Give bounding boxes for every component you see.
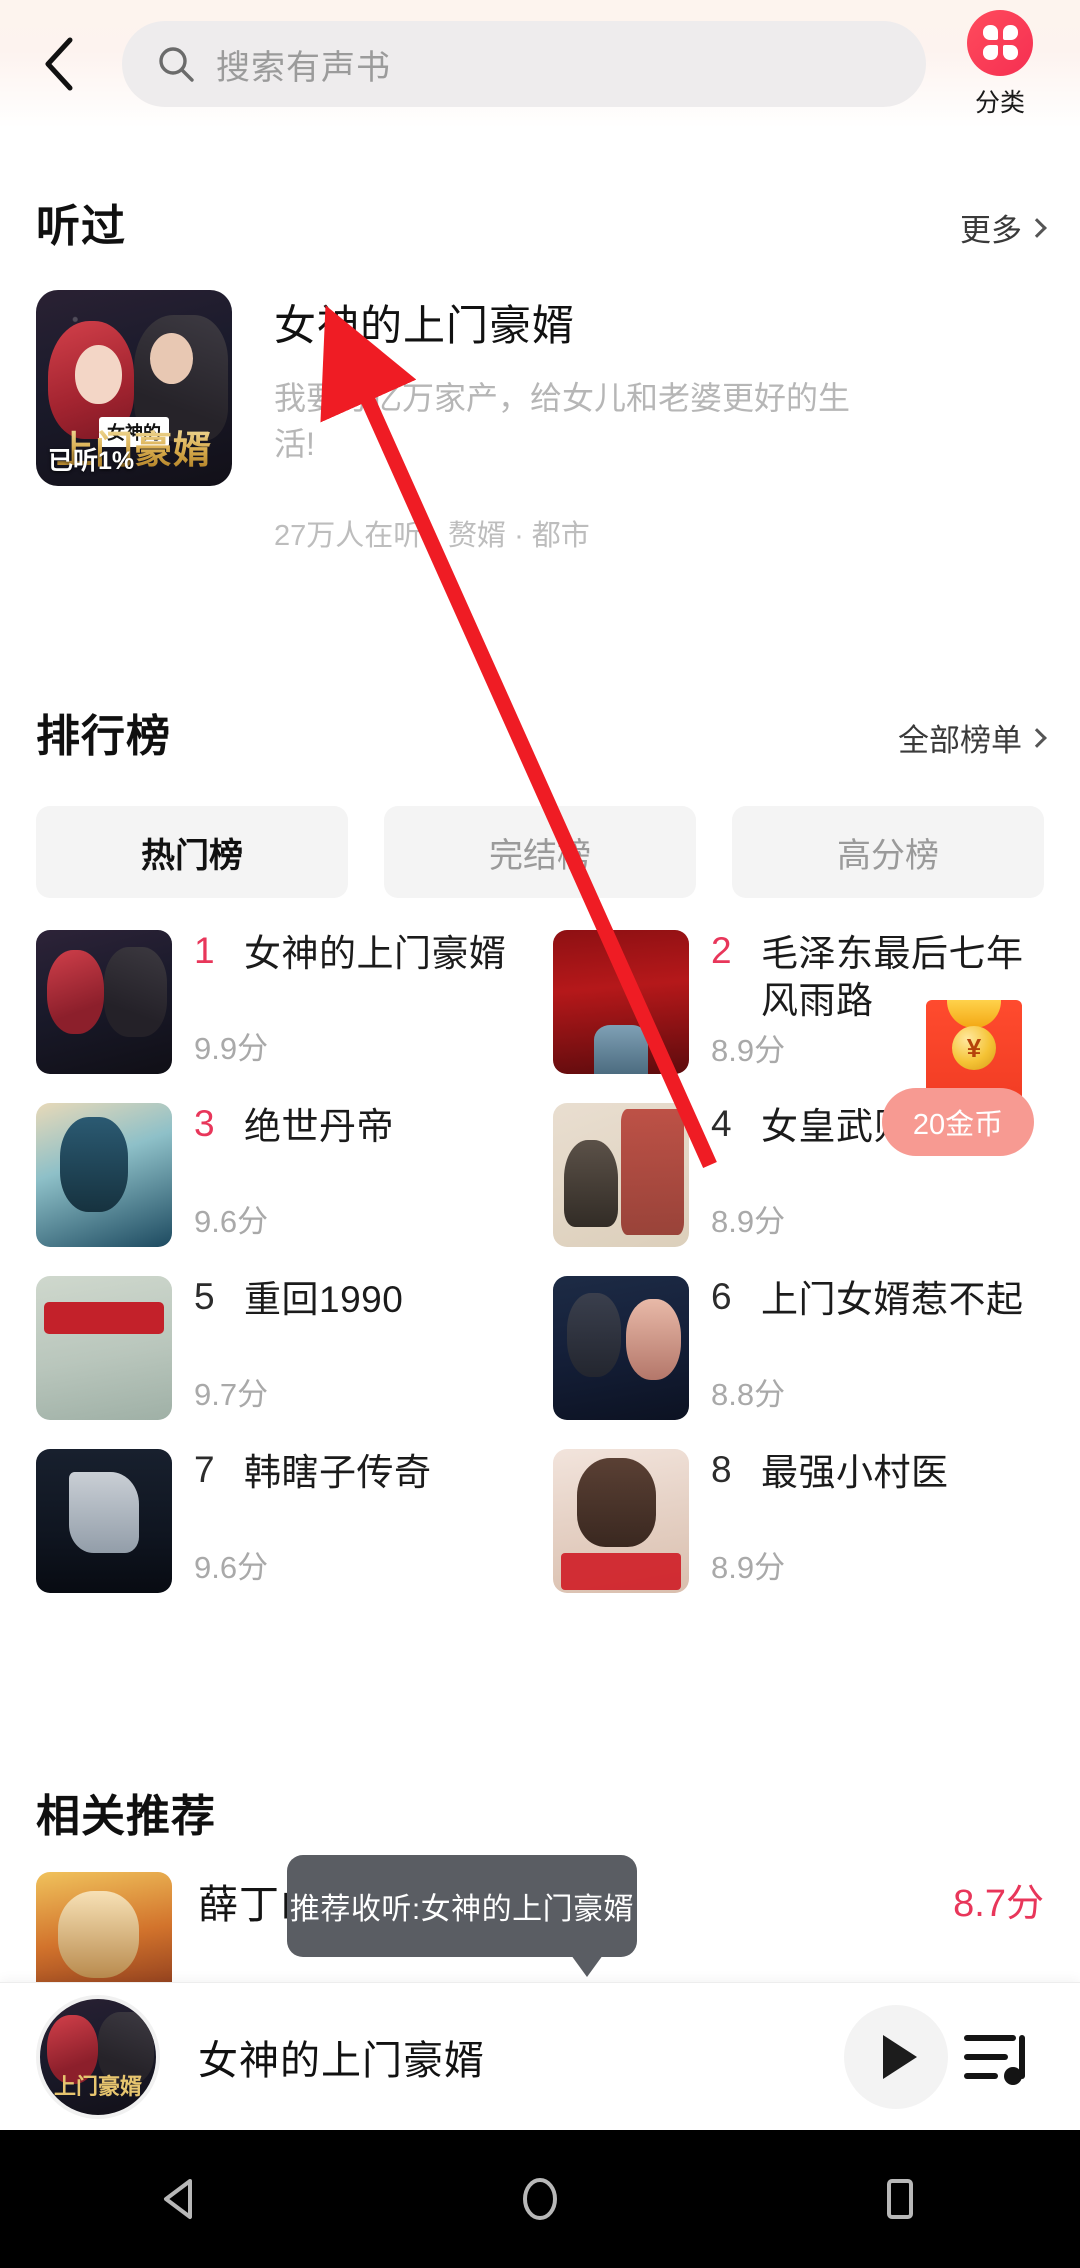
listened-title: 听过 (36, 202, 126, 251)
chevron-right-icon (1027, 217, 1047, 238)
rank-score: 8.9分 (711, 1204, 786, 1239)
rank-section: 排行榜 全部榜单 热门榜 完结榜 高分榜 1 女神的上门豪婿 9.9分 2 毛泽… (0, 700, 1080, 1622)
rank-cover (553, 1103, 689, 1247)
tab-highscore-label: 高分榜 (837, 836, 939, 875)
android-recents-icon (887, 2179, 913, 2219)
rank-score: 9.9分 (194, 1031, 269, 1066)
listened-section: 听过 更多 女神的 上门豪婿 已听1% 女神的上门豪婿 我要分亿万家产，给女儿和… (0, 190, 1080, 554)
android-back-button[interactable] (152, 2171, 208, 2227)
app-screen: 搜索有声书 分类 听过 更多 女神的 上门豪婿 已听1% (0, 0, 1080, 2268)
rank-name: 韩瞎子传奇 (244, 1452, 432, 1493)
rank-number: 6 (711, 1276, 732, 1317)
rank-number: 2 (711, 930, 732, 971)
player-cover[interactable]: 上门豪婿 (36, 1994, 160, 2119)
book-description: 我要分亿万家产，给女儿和老婆更好的生活! (274, 380, 851, 463)
rank-score: 8.8分 (711, 1377, 786, 1412)
search-icon (156, 44, 196, 84)
coin-amount-badge: 20金币 (882, 1088, 1034, 1156)
play-icon (883, 2034, 917, 2079)
red-packet-widget[interactable]: ¥ 20金币 (882, 1000, 1034, 1156)
rank-score: 9.6分 (194, 1550, 269, 1585)
listen-progress-badge: 已听1% (48, 447, 135, 475)
android-recents-button[interactable] (872, 2171, 928, 2227)
listened-book-info: 女神的上门豪婿 我要分亿万家产，给女儿和老婆更好的生活! 27万人在听 · 赘婿… (232, 290, 1044, 554)
rank-score: 8.9分 (711, 1550, 786, 1585)
rank-tabs: 热门榜 完结榜 高分榜 (0, 764, 1080, 898)
tab-highscore[interactable]: 高分榜 (732, 806, 1044, 898)
rank-cover (36, 930, 172, 1074)
rank-item-7[interactable]: 7 韩瞎子传奇 9.6分 (36, 1449, 527, 1593)
rank-number: 8 (711, 1449, 732, 1490)
book-meta: 27万人在听 · 赘婿 · 都市 (274, 519, 590, 552)
playlist-icon (964, 2034, 1025, 2085)
rank-item-1[interactable]: 1 女神的上门豪婿 9.9分 (36, 930, 527, 1074)
player-cover-text: 上门豪婿 (53, 2073, 142, 2099)
playlist-button[interactable] (948, 2005, 1044, 2109)
tab-hot[interactable]: 热门榜 (36, 806, 348, 898)
rank-name: 重回1990 (244, 1279, 404, 1320)
rank-name: 上门女婿惹不起 (761, 1279, 1024, 1320)
android-home-icon (523, 2178, 557, 2220)
rank-cover (553, 930, 689, 1074)
search-input[interactable]: 搜索有声书 (122, 21, 926, 107)
play-button[interactable] (844, 2004, 948, 2109)
recommend-section-header: 相关推荐 (0, 1780, 1080, 1844)
listened-more-label: 更多 (960, 213, 1022, 248)
tab-finished-label: 完结榜 (489, 836, 591, 875)
grid-category-icon (967, 9, 1033, 76)
rank-number: 3 (194, 1103, 215, 1144)
back-chevron-icon (45, 37, 73, 91)
category-label: 分类 (974, 88, 1025, 117)
recommend-title: 相关推荐 (36, 1792, 216, 1841)
rank-item-6[interactable]: 6 上门女婿惹不起 8.8分 (553, 1276, 1044, 1420)
listened-more-button[interactable]: 更多 (960, 205, 1047, 250)
rank-cover (36, 1103, 172, 1247)
rank-grid: 1 女神的上门豪婿 9.9分 2 毛泽东最后七年风雨路 8.9分 3 绝世丹帝 … (0, 898, 1080, 1622)
rank-number: 5 (194, 1276, 215, 1317)
player-title: 女神的上门豪婿 (198, 2038, 485, 2083)
rank-cover (553, 1449, 689, 1593)
all-rank-button[interactable]: 全部榜单 (898, 715, 1047, 760)
chevron-right-icon (1027, 727, 1047, 748)
coin-icon: ¥ (952, 1026, 996, 1070)
rank-name: 最强小村医 (761, 1452, 949, 1493)
rank-cover (553, 1276, 689, 1420)
top-header: 搜索有声书 分类 (0, 0, 1080, 128)
rank-number: 1 (194, 930, 215, 971)
android-back-icon (164, 2179, 192, 2219)
tooltip-text: 推荐收听:女神的上门豪婿 (289, 1893, 635, 1926)
listened-section-header: 听过 更多 (0, 190, 1080, 254)
rank-title: 排行榜 (36, 712, 171, 761)
book-title: 女神的上门豪婿 (274, 302, 576, 349)
rank-item-3[interactable]: 3 绝世丹帝 9.6分 (36, 1103, 527, 1247)
rank-item-5[interactable]: 5 重回1990 9.7分 (36, 1276, 527, 1420)
tab-hot-label: 热门榜 (141, 836, 243, 875)
rank-score: 9.6分 (194, 1204, 269, 1239)
android-navbar (0, 2130, 1080, 2268)
rank-cover (36, 1276, 172, 1420)
all-rank-label: 全部榜单 (898, 723, 1022, 758)
recommend-score: 8.7分 (953, 1883, 1044, 1925)
tab-finished[interactable]: 完结榜 (384, 806, 696, 898)
category-button[interactable]: 分类 (948, 9, 1052, 119)
rank-number: 4 (711, 1103, 732, 1144)
search-placeholder: 搜索有声书 (216, 48, 391, 87)
rank-score: 9.7分 (194, 1377, 269, 1412)
rank-number: 7 (194, 1449, 215, 1490)
book-cover[interactable]: 女神的 上门豪婿 已听1% (36, 290, 232, 486)
rank-name: 女神的上门豪婿 (244, 933, 507, 974)
android-home-button[interactable] (512, 2171, 568, 2227)
rank-cover (36, 1449, 172, 1593)
rank-item-8[interactable]: 8 最强小村医 8.9分 (553, 1449, 1044, 1593)
back-button[interactable] (28, 32, 92, 96)
mini-player-bar: 上门豪婿 女神的上门豪婿 (0, 1982, 1080, 2130)
recommend-tooltip[interactable]: 推荐收听:女神的上门豪婿 (287, 1855, 637, 1977)
rank-name: 绝世丹帝 (244, 1106, 394, 1147)
listened-book-card[interactable]: 女神的 上门豪婿 已听1% 女神的上门豪婿 我要分亿万家产，给女儿和老婆更好的生… (0, 254, 1080, 554)
rank-section-header: 排行榜 全部榜单 (0, 700, 1080, 764)
